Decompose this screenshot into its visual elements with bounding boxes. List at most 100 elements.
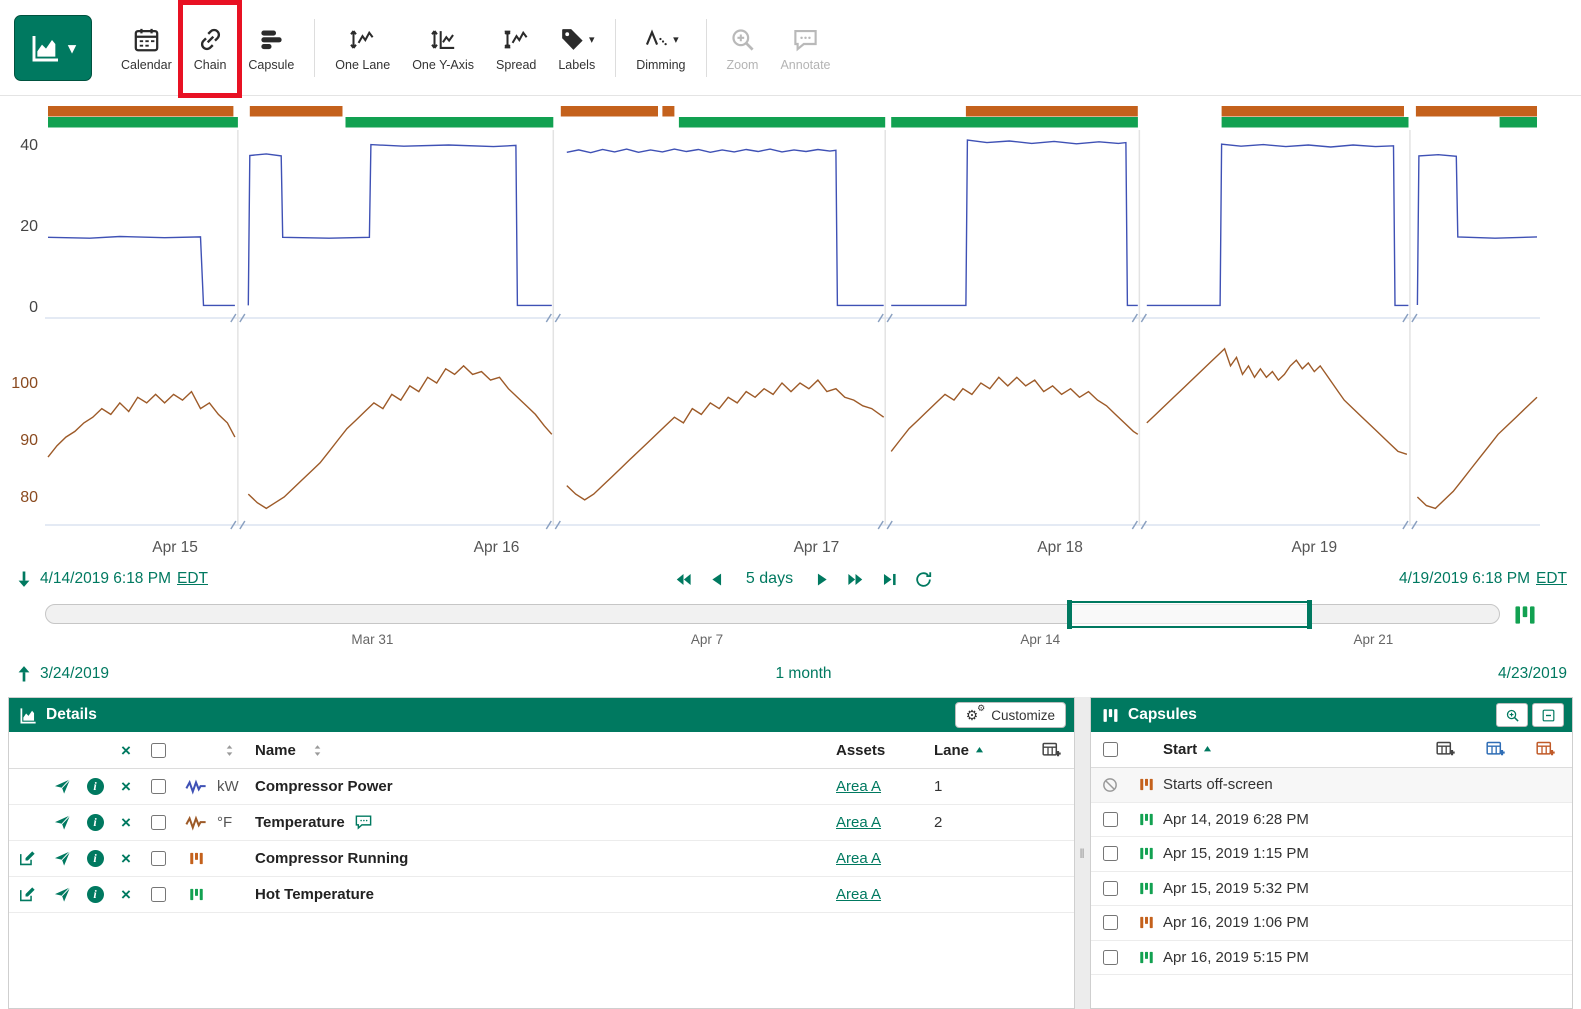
item-name[interactable]: Hot Temperature <box>255 886 374 903</box>
one-lane-button[interactable]: One Lane <box>324 9 401 87</box>
timezone-link[interactable]: EDT <box>1536 570 1567 588</box>
details-row-compressor-power[interactable]: i × kW Compressor Power Area A 1 <box>9 769 1074 805</box>
timebar-selection[interactable] <box>1067 601 1311 628</box>
pan-to-end-button[interactable] <box>880 570 899 589</box>
customize-button[interactable]: ⚙⚙ Customize <box>955 702 1066 728</box>
investigate-start-arrow-icon[interactable] <box>14 664 34 684</box>
one-y-axis-button[interactable]: One Y-Axis <box>401 9 485 87</box>
details-row-hot-temperature[interactable]: i × Hot Temperature Area A <box>9 877 1074 913</box>
assets-column-header[interactable]: Assets <box>836 742 926 759</box>
capsule-bar[interactable] <box>891 117 1138 128</box>
capsules-zoom-button[interactable] <box>1496 703 1528 727</box>
capsule-row[interactable]: Apr 14, 2019 6:28 PM <box>1091 803 1572 838</box>
capsule-bar[interactable] <box>250 106 343 117</box>
item-name[interactable]: Temperature <box>255 814 345 831</box>
row-checkbox[interactable] <box>151 779 166 794</box>
row-checkbox[interactable] <box>151 851 166 866</box>
dimming-button[interactable]: ▾ Dimming <box>625 9 696 87</box>
display-range-start[interactable]: 4/14/2019 6:18 PM <box>40 570 171 588</box>
remove-icon[interactable]: × <box>121 814 131 831</box>
capsule-bar[interactable] <box>679 117 885 128</box>
sort-icon[interactable] <box>310 743 325 758</box>
asset-link[interactable]: Area A <box>836 850 881 867</box>
capsule-bar[interactable] <box>1222 117 1409 128</box>
capsules-collapse-button[interactable] <box>1532 703 1564 727</box>
add-property-column-icon[interactable] <box>1535 739 1556 760</box>
pan-back-double-button[interactable] <box>674 570 693 589</box>
start-column-header[interactable]: Start <box>1163 741 1197 758</box>
capsule-row[interactable]: Apr 16, 2019 5:15 PM <box>1091 941 1572 976</box>
capsule-checkbox[interactable] <box>1103 846 1118 861</box>
item-name[interactable]: Compressor Running <box>255 850 408 867</box>
investigate-start-date[interactable]: 3/24/2019 <box>40 665 109 683</box>
capsule-button[interactable]: Capsule <box>237 9 305 87</box>
timebar-selection-left-handle[interactable] <box>1067 600 1072 629</box>
details-row-temperature[interactable]: i × °F Temperature Area A 2 <box>9 805 1074 841</box>
rocket-icon[interactable] <box>53 849 72 868</box>
info-icon[interactable]: i <box>87 814 104 831</box>
rocket-icon[interactable] <box>53 885 72 904</box>
remove-icon[interactable]: × <box>121 886 131 903</box>
investigate-end-date[interactable]: 4/23/2019 <box>1498 665 1567 683</box>
capsule-checkbox[interactable] <box>1103 950 1118 965</box>
display-range-duration[interactable]: 5 days <box>746 570 793 588</box>
capsule-bar[interactable] <box>1222 106 1404 117</box>
pan-forward-button[interactable] <box>812 570 831 589</box>
capsule-bar[interactable] <box>1416 106 1537 117</box>
capsule-checkbox[interactable] <box>1103 812 1118 827</box>
pan-forward-double-button[interactable] <box>846 570 865 589</box>
row-checkbox[interactable] <box>151 887 166 902</box>
add-column-icon[interactable] <box>1435 739 1456 760</box>
range-start-arrow-icon[interactable] <box>14 569 34 589</box>
auto-update-button[interactable] <box>914 570 933 589</box>
trend-chart-area[interactable]: 402001009080Apr 15Apr 16Apr 17Apr 18Apr … <box>0 96 1581 566</box>
asset-link[interactable]: Area A <box>836 814 881 831</box>
sort-icon[interactable] <box>222 743 237 758</box>
capsule-bar[interactable] <box>966 106 1138 117</box>
info-icon[interactable]: i <box>87 778 104 795</box>
add-stat-column-icon[interactable] <box>1485 739 1506 760</box>
capsule-bar[interactable] <box>346 117 554 128</box>
capsule-bar[interactable] <box>662 106 674 117</box>
capsule-row[interactable]: Apr 16, 2019 1:06 PM <box>1091 906 1572 941</box>
chain-button[interactable]: Chain <box>183 9 238 87</box>
rocket-icon[interactable] <box>53 777 72 796</box>
add-column-icon[interactable] <box>1041 740 1062 761</box>
remove-icon[interactable]: × <box>121 778 131 795</box>
comment-icon[interactable] <box>354 813 373 832</box>
remove-icon[interactable]: × <box>121 850 131 867</box>
capsule-bar[interactable] <box>1500 117 1537 128</box>
trend-view-dropdown-button[interactable]: ▾ <box>14 15 92 81</box>
display-range-end[interactable]: 4/19/2019 6:18 PM <box>1399 570 1530 588</box>
info-icon[interactable]: i <box>87 850 104 867</box>
capsule-checkbox[interactable] <box>1103 915 1118 930</box>
edit-icon[interactable] <box>18 849 37 868</box>
panel-resize-handle[interactable]: ‖ <box>1075 697 1090 1009</box>
capsule-checkbox[interactable] <box>1103 881 1118 896</box>
capsule-row[interactable]: Apr 15, 2019 5:32 PM <box>1091 872 1572 907</box>
capsule-bar[interactable] <box>561 106 658 117</box>
capsule-bar[interactable] <box>48 117 238 128</box>
remove-all-icon[interactable]: × <box>121 742 131 759</box>
capsule-time-icon[interactable] <box>1512 602 1538 628</box>
edit-icon[interactable] <box>18 885 37 904</box>
labels-button[interactable]: ▾ Labels <box>547 9 606 87</box>
capsule-bar[interactable] <box>48 106 233 117</box>
capsule-row[interactable]: Apr 15, 2019 1:15 PM <box>1091 837 1572 872</box>
select-all-capsules-checkbox[interactable] <box>1103 742 1118 757</box>
capsule-row[interactable]: Starts off-screen <box>1091 768 1572 803</box>
calendar-button[interactable]: Calendar <box>110 9 183 87</box>
timebar-selection-right-handle[interactable] <box>1307 600 1312 629</box>
item-name[interactable]: Compressor Power <box>255 778 393 795</box>
timebar-track[interactable] <box>45 604 1500 624</box>
trend-chart[interactable]: 402001009080Apr 15Apr 16Apr 17Apr 18Apr … <box>0 96 1581 566</box>
name-column-header[interactable]: Name <box>255 742 296 759</box>
pan-back-button[interactable] <box>708 570 727 589</box>
spread-button[interactable]: Spread <box>485 9 547 87</box>
asset-link[interactable]: Area A <box>836 886 881 903</box>
info-icon[interactable]: i <box>87 886 104 903</box>
investigate-duration[interactable]: 1 month <box>109 665 1498 683</box>
select-all-checkbox[interactable] <box>151 743 166 758</box>
details-row-compressor-running[interactable]: i × Compressor Running Area A <box>9 841 1074 877</box>
rocket-icon[interactable] <box>53 813 72 832</box>
